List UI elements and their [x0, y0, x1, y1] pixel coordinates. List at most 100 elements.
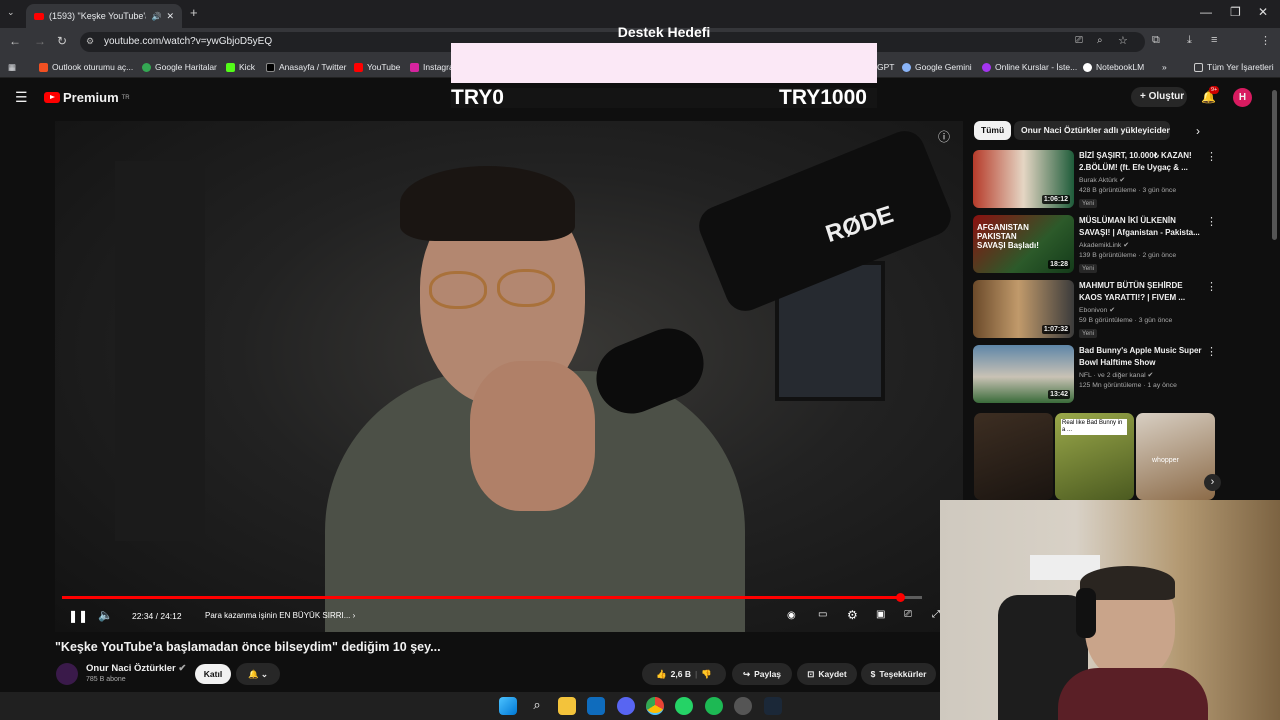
mail-icon[interactable] [587, 697, 605, 715]
video-thumbnail[interactable]: 1:06:12 [973, 150, 1074, 208]
bookmark-twitter[interactable]: Anasayfa / Twitter [266, 62, 346, 72]
chip-from-uploader[interactable]: Onur Naci Öztürkler adlı yükleyiciden [1014, 121, 1170, 140]
new-tab-button[interactable]: + [190, 5, 198, 20]
menu-icon[interactable]: ⋮ [1260, 34, 1271, 47]
start-icon[interactable] [499, 697, 517, 715]
forward-button[interactable]: → [34, 34, 46, 48]
file-explorer-icon[interactable] [558, 697, 576, 715]
chip-all[interactable]: Tümü [974, 121, 1012, 140]
install-app-icon[interactable]: ⎚ [1075, 35, 1083, 46]
cast-icon[interactable]: ⎚ [904, 609, 912, 620]
recommended-video[interactable]: AFGANISTAN PAKISTAN SAVAŞI Başladı! 18:2… [973, 215, 1218, 277]
volume-icon[interactable]: 🔈 [98, 608, 113, 622]
close-window-button[interactable]: ✕ [1258, 5, 1268, 19]
whatsapp-icon[interactable] [675, 697, 693, 715]
more-actions-icon[interactable]: ⋮ [1206, 280, 1217, 293]
short-thumbnail[interactable] [974, 413, 1053, 500]
reload-button[interactable]: ↻ [57, 34, 67, 48]
like-dislike-group[interactable]: 👍 2,6 B | 👎 [642, 663, 726, 685]
dislike-icon[interactable]: 👎 [701, 669, 712, 680]
download-icon[interactable]: ⤓ [1187, 34, 1192, 47]
save-button[interactable]: ⊡ Kaydet [797, 663, 857, 685]
rec-title[interactable]: MAHMUT BÜTÜN ŞEHİRDE KAOS YARATTI!? | FI… [1079, 280, 1204, 303]
video-player[interactable]: RØDE [55, 121, 963, 632]
settings-gear-icon[interactable]: ⚙ [847, 608, 858, 622]
rec-channel[interactable]: Burak Aktürk ✔ [1079, 176, 1125, 184]
like-icon[interactable]: 👍 [656, 669, 667, 680]
tab-search-icon[interactable]: ⌄ [7, 7, 15, 18]
site-info-icon[interactable]: ⚙ [86, 36, 94, 47]
bookmark-notebooklm[interactable]: NotebookLM [1083, 62, 1144, 72]
short-caption: whopper [1152, 457, 1179, 464]
more-actions-icon[interactable]: ⋮ [1206, 150, 1217, 163]
fullscreen-icon[interactable]: ⤢ [932, 609, 940, 620]
join-button[interactable]: Katıl [195, 664, 231, 684]
all-bookmarks[interactable]: Tüm Yer İşaretleri [1194, 62, 1274, 72]
bookmark-kick[interactable]: Kick [226, 62, 255, 72]
pause-icon[interactable]: ❚❚ [68, 609, 88, 623]
progress-bar[interactable] [62, 596, 922, 599]
browser-tab[interactable]: (1593) "Keşke YouTube'a ba 🔊 ✕ [26, 4, 182, 28]
spotify-icon[interactable] [705, 697, 723, 715]
rec-channel[interactable]: NFL · ve 2 diğer kanal ✔ [1079, 371, 1153, 379]
bookmark-courses[interactable]: Online Kurslar - İste... [982, 62, 1077, 72]
chapter-title[interactable]: Para kazanma işinin EN BÜYÜK SIRRI... › [205, 611, 355, 620]
more-bookmarks-icon[interactable]: » [1162, 62, 1167, 72]
subtitles-icon[interactable]: ▭ [818, 609, 827, 620]
rec-title[interactable]: BİZİ ŞAŞIRT, 10.000₺ KAZAN! 2.BÖLÜM! (ft… [1079, 150, 1204, 173]
more-actions-icon[interactable]: ⋮ [1206, 345, 1217, 358]
hamburger-menu-icon[interactable]: ☰ [15, 89, 28, 106]
apps-icon[interactable]: ▦ [8, 62, 16, 73]
subscribed-bell-button[interactable]: 🔔 ⌄ [236, 663, 280, 685]
thanks-icon: $ [870, 669, 876, 679]
bookmark-outlook[interactable]: Outlook oturumu aç... [39, 62, 133, 72]
thanks-button[interactable]: $ Teşekkürler [861, 663, 936, 685]
recommended-video[interactable]: 1:07:32 MAHMUT BÜTÜN ŞEHİRDE KAOS YARATT… [973, 280, 1218, 342]
rec-title[interactable]: Bad Bunny's Apple Music Super Bowl Halft… [1079, 345, 1204, 368]
bookmark-maps[interactable]: Google Haritalar [142, 62, 217, 72]
chrome-icon[interactable] [646, 697, 664, 715]
recommended-video[interactable]: 13:42 Bad Bunny's Apple Music Super Bowl… [973, 345, 1218, 407]
share-button[interactable]: ↪ Paylaş [732, 663, 792, 685]
media-icon[interactable]: ≡ [1211, 34, 1217, 46]
chips-next-icon[interactable]: › [1196, 124, 1200, 138]
create-button[interactable]: + Oluştur [1131, 87, 1187, 107]
search-icon[interactable]: ⌕ [528, 697, 546, 715]
more-actions-icon[interactable]: ⋮ [1206, 215, 1217, 228]
bookmark-youtube[interactable]: YouTube [354, 62, 400, 72]
rec-channel[interactable]: AkademikLink ✔ [1079, 241, 1129, 249]
channel-avatar[interactable] [56, 663, 78, 685]
rec-views: 139 B görüntüleme · 2 gün önce [1079, 252, 1177, 259]
short-thumbnail[interactable]: Real like Bad Bunny in a ... [1055, 413, 1134, 500]
info-icon[interactable]: ⓘ [938, 128, 950, 145]
recommended-video[interactable]: 1:06:12 BİZİ ŞAŞIRT, 10.000₺ KAZAN! 2.BÖ… [973, 150, 1218, 212]
minimize-button[interactable]: — [1200, 5, 1212, 19]
rec-title[interactable]: MÜSLÜMAN İKİ ÜLKENİN SAVAŞI! | Afganista… [1079, 215, 1204, 238]
autoplay-toggle[interactable]: ◉ [787, 610, 796, 621]
extensions-icon[interactable]: ⧉ [1152, 34, 1160, 47]
scrubber-handle[interactable] [895, 593, 905, 602]
tab-close-icon[interactable]: ✕ [166, 11, 174, 22]
channel-name[interactable]: Onur Naci Öztürkler ✔ [86, 663, 186, 674]
back-button[interactable]: ← [9, 34, 21, 48]
video-thumbnail[interactable]: 1:07:32 [973, 280, 1074, 338]
bookmark-star-icon[interactable]: ☆ [1118, 34, 1128, 47]
video-thumbnail[interactable]: 13:42 [973, 345, 1074, 403]
bookmark-gpt[interactable]: GPT [877, 62, 894, 72]
account-avatar[interactable]: H [1233, 88, 1252, 107]
shorts-next-icon[interactable]: › [1204, 474, 1221, 491]
video-thumbnail[interactable]: AFGANISTAN PAKISTAN SAVAŞI Başladı! 18:2… [973, 215, 1074, 273]
short-thumbnail[interactable]: whopper [1136, 413, 1215, 500]
page-scrollbar[interactable] [1272, 90, 1277, 240]
rec-channel[interactable]: Ebonivon ✔ [1079, 306, 1115, 314]
app-icon[interactable] [734, 697, 752, 715]
headphones [1076, 588, 1096, 638]
discord-icon[interactable] [617, 697, 635, 715]
maximize-button[interactable]: ❐ [1230, 5, 1241, 19]
bookmark-gemini[interactable]: Google Gemini [902, 62, 972, 72]
zoom-icon[interactable]: ⌕ [1097, 35, 1103, 46]
share-icon: ↪ [742, 668, 751, 679]
youtube-premium-logo[interactable]: Premium TR [44, 90, 130, 105]
miniplayer-icon[interactable]: ▣ [876, 609, 885, 620]
steam-icon[interactable] [764, 697, 782, 715]
